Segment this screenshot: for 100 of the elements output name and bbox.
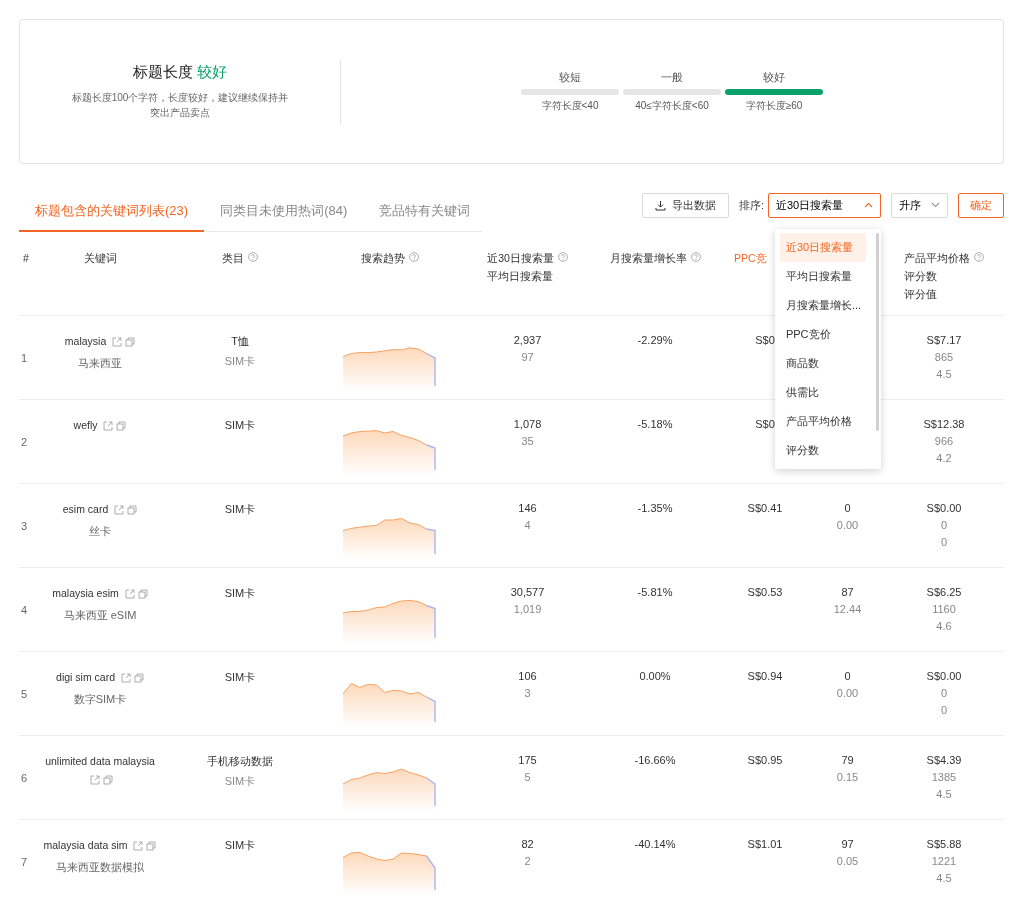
external-link-icon[interactable] [133, 841, 144, 851]
table-cell: S$0 [755, 334, 775, 346]
level-range: 字符长度≥60 [745, 99, 803, 113]
table-cell: S$0.53 [747, 586, 783, 598]
keyword-text: unlimited data malaysia [45, 755, 155, 767]
column-header: 关键词 [83, 252, 117, 266]
table-cell: 35 [521, 435, 534, 447]
level-range: 字符长度<40 [541, 99, 599, 113]
level-label: 较短 [559, 70, 581, 85]
table-cell: 0.00% [639, 670, 671, 682]
table-cell: 1,078 [513, 418, 542, 430]
sort-label: 排序: [738, 197, 764, 213]
table-cell: 82 [521, 838, 534, 850]
category-text: SIM卡 [224, 670, 256, 685]
row-index: 5 [20, 687, 29, 700]
table-cell: 79 [841, 754, 854, 766]
table-cell: 1160 [932, 603, 956, 615]
external-link-icon[interactable] [120, 673, 131, 683]
keyword-text: digi sim card [56, 671, 115, 683]
summary-title: 标题长度 [132, 63, 193, 80]
rating-text: 较好 [197, 63, 228, 80]
table-cell: 1221 [931, 855, 957, 867]
keyword-text: malaysia [64, 335, 107, 347]
table-cell: 0.00 [836, 687, 859, 699]
table-cell: 0 [940, 519, 948, 531]
table-cell: S$4.39 [926, 754, 962, 766]
table-cell: 0.05 [836, 855, 859, 867]
scrollbar[interactable] [875, 232, 879, 431]
table-cell: S$12.38 [923, 418, 965, 430]
column-header: 平均日搜索量 [487, 270, 554, 284]
table-cell: S$0.95 [747, 754, 783, 766]
row-index: 4 [20, 603, 29, 616]
table-cell: 1,019 [513, 603, 542, 615]
level-label: 较好 [763, 70, 785, 85]
sort-select[interactable]: 近30日搜索量 [768, 192, 881, 218]
table-cell: S$1.01 [747, 838, 783, 850]
table-cell: 4.5 [936, 788, 952, 800]
category-text: T恤 [231, 334, 249, 349]
copy-icon[interactable] [127, 505, 138, 515]
copy-icon[interactable] [125, 337, 136, 347]
dropdown-option[interactable]: 平均日搜索量 [779, 261, 866, 291]
table-cell: 0.00 [836, 519, 859, 531]
keyword-translation: 马来西亚数据模拟 [55, 860, 145, 875]
table-cell: 0 [844, 670, 851, 682]
tab[interactable]: 同类目未使用热词(84) [204, 194, 364, 232]
dropdown-option[interactable]: 供需比 [779, 377, 866, 407]
level-label: 一般 [661, 70, 683, 85]
table-cell: 4.5 [936, 368, 952, 380]
help-icon[interactable] [248, 252, 258, 262]
column-header: 类目 [222, 252, 244, 266]
dropdown-option[interactable]: 月搜索量增长... [779, 290, 866, 320]
table-cell: S$6.25 [926, 586, 962, 598]
order-select[interactable]: 升序 [891, 192, 948, 218]
copy-icon[interactable] [146, 841, 157, 851]
table-cell: S$0.00 [926, 670, 962, 682]
help-icon[interactable] [409, 252, 419, 262]
dropdown-option[interactable]: 评分数 [779, 435, 866, 465]
dropdown-option[interactable]: 产品平均价格 [779, 406, 866, 436]
table-cell: 2 [524, 855, 531, 867]
table-cell: 106 [518, 670, 537, 682]
copy-icon[interactable] [103, 775, 113, 785]
help-icon[interactable] [557, 252, 568, 262]
dropdown-option[interactable]: PPC竞价 [779, 319, 866, 349]
table-cell: 0 [940, 704, 948, 716]
column-header: 评分数 [904, 270, 938, 284]
external-link-icon[interactable] [90, 775, 100, 785]
table-cell: S$7.17 [926, 334, 962, 346]
table-cell: 1385 [931, 771, 957, 783]
export-button[interactable]: 导出数据 [641, 192, 729, 218]
table-cell: S$0.41 [747, 502, 783, 514]
table-cell: -40.14% [634, 838, 676, 850]
tab[interactable]: 竞品特有关键词 [363, 194, 487, 232]
external-link-icon[interactable] [112, 337, 123, 347]
table-cell: -2.29% [637, 334, 673, 346]
column-header: PPC竞 [734, 252, 767, 266]
help-icon[interactable] [974, 252, 984, 262]
table-cell: 2,937 [513, 334, 542, 346]
help-icon[interactable] [690, 252, 701, 262]
table-cell: 4.6 [936, 620, 952, 632]
copy-icon[interactable] [116, 421, 127, 431]
copy-icon[interactable] [137, 589, 148, 599]
table-cell: 0.15 [836, 771, 859, 783]
table-cell: -5.18% [637, 418, 673, 430]
table-cell: 4.5 [936, 872, 952, 884]
column-header: 近30日搜索量 [487, 252, 554, 266]
column-header: # [23, 252, 29, 264]
category-text: SIM卡 [224, 354, 256, 369]
table-cell: -1.35% [637, 502, 673, 514]
external-link-icon[interactable] [114, 505, 125, 515]
external-link-icon[interactable] [124, 589, 135, 599]
row-index: 6 [20, 771, 29, 784]
external-link-icon[interactable] [103, 421, 114, 431]
keyword-text: esim card [62, 503, 109, 515]
copy-icon[interactable] [133, 673, 144, 683]
dropdown-option[interactable]: 商品数 [779, 348, 866, 378]
table-cell: 4.2 [936, 452, 952, 464]
table-cell: 97 [841, 838, 854, 850]
category-text: 手机移动数据 [207, 754, 273, 769]
summary-description: 标题长度100个字符，长度较好，建议继续保持并突出产品卖点 [70, 91, 290, 120]
row-index: 7 [20, 855, 29, 868]
